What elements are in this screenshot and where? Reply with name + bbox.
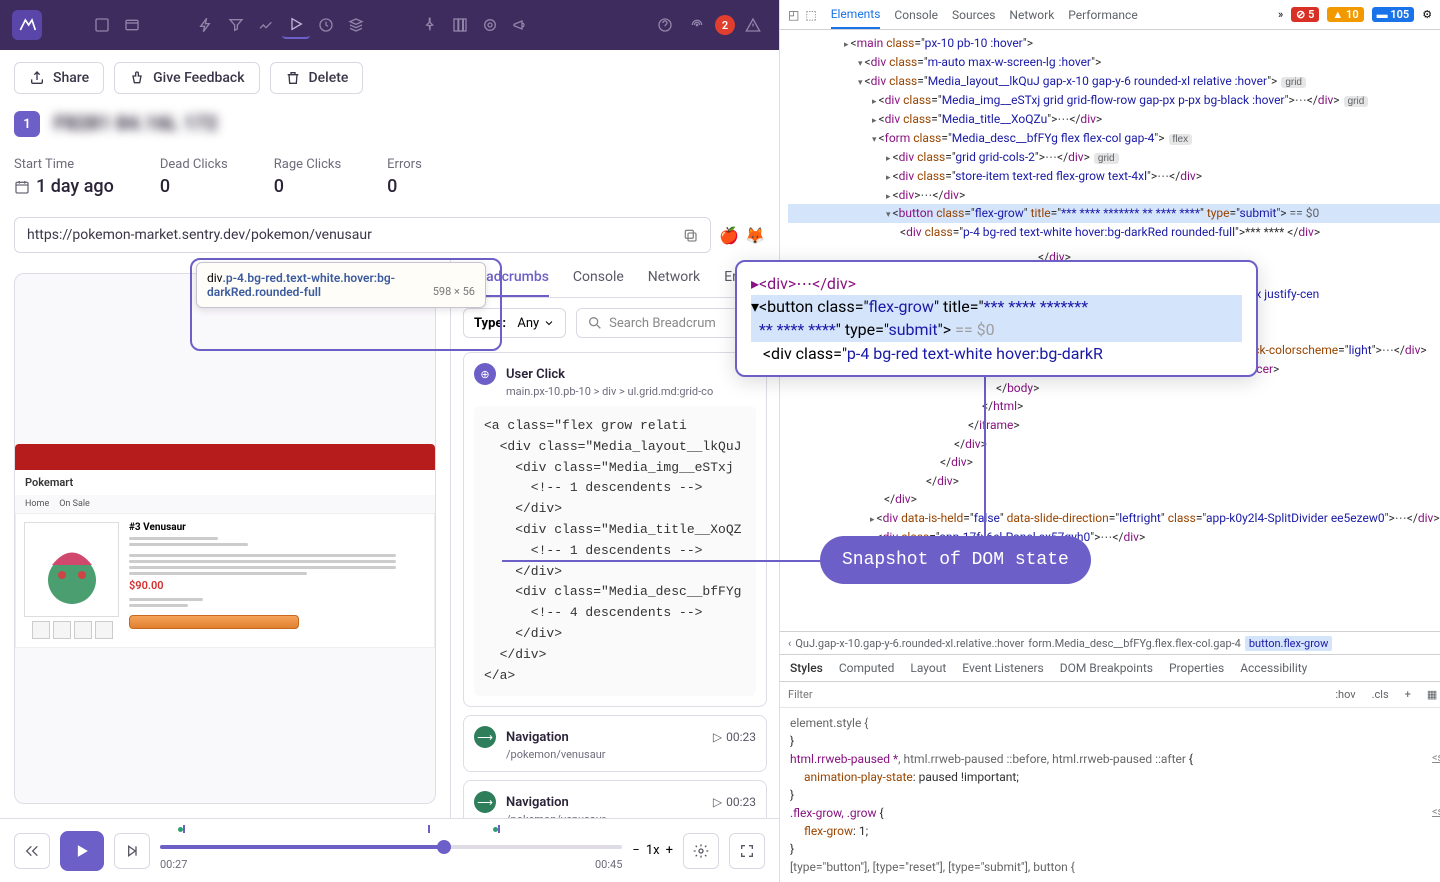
styles-tab-styles[interactable]: Styles xyxy=(790,661,823,675)
devtools-tab-console[interactable]: Console xyxy=(894,2,938,28)
annotation-callout: Snapshot of DOM state xyxy=(820,536,1091,584)
delete-button[interactable]: Delete xyxy=(270,62,364,94)
devtools-tab-network[interactable]: Network xyxy=(1009,2,1054,28)
help-icon[interactable] xyxy=(651,11,679,39)
settings-icon[interactable]: ⚙ xyxy=(1422,8,1432,21)
action-toolbar: Share Give Feedback Delete xyxy=(0,50,779,105)
dead-clicks-value: 0 xyxy=(160,176,228,197)
devtools-tab-performance[interactable]: Performance xyxy=(1068,2,1137,28)
apple-icon: 🍎 xyxy=(719,226,739,245)
dom-breadcrumb-path[interactable]: ‹ QuJ.gap-x-10.gap-y-6.rounded-xl.relati… xyxy=(780,631,1440,655)
nav-icon: ⟶ xyxy=(474,791,496,813)
warning-icon[interactable] xyxy=(739,11,767,39)
styles-tab-a11y[interactable]: Accessibility xyxy=(1240,661,1307,675)
element-tooltip: div.p-4.bg-red.text-white.hover:bg-darkR… xyxy=(196,262,486,308)
nav-icon: ⟶ xyxy=(474,726,496,748)
styles-tabs: Styles Computed Layout Event Listeners D… xyxy=(780,655,1440,682)
play-button[interactable] xyxy=(60,831,104,871)
firefox-icon: 🦊 xyxy=(745,226,765,245)
warn-pill[interactable]: ▲ 10 xyxy=(1327,7,1363,22)
devtools-tab-sources[interactable]: Sources xyxy=(952,2,995,28)
replay-preview: Pokemart HomeOn Sale #3 Venusaur xyxy=(14,273,436,804)
page-url[interactable]: https://pokemon-market.sentry.dev/pokemo… xyxy=(14,217,711,253)
cls-button[interactable]: .cls xyxy=(1368,686,1393,703)
rewind-button[interactable] xyxy=(14,833,50,869)
session-avatar: 1 xyxy=(14,111,40,137)
add-to-cart-button[interactable] xyxy=(129,615,299,629)
session-id: F8281 84.16L 172 xyxy=(54,111,218,135)
start-time-value: 1 day ago xyxy=(36,176,114,197)
tab-console[interactable]: Console xyxy=(573,269,624,297)
inspect-icon[interactable]: ◰ xyxy=(788,8,799,22)
settings-button[interactable] xyxy=(683,833,719,869)
session-stats: Start Time1 day ago Dead Clicks0 Rage Cl… xyxy=(0,151,779,211)
nav-icon-1[interactable] xyxy=(88,11,116,39)
styles-rules[interactable]: element.style { } html.rrweb-paused *, h… xyxy=(780,708,1440,882)
megaphone-icon[interactable] xyxy=(506,11,534,39)
product-image xyxy=(24,522,119,617)
app-top-nav: 2 xyxy=(0,0,779,50)
bolt-icon[interactable] xyxy=(192,11,220,39)
styles-tab-layout[interactable]: Layout xyxy=(910,661,946,675)
start-time-label: Start Time xyxy=(14,157,114,172)
chart-icon[interactable] xyxy=(252,11,280,39)
feedback-button[interactable]: Give Feedback xyxy=(114,62,259,94)
dom-zoom-overlay: ▸<div>⋯</div> ▾<button class="flex-grow"… xyxy=(735,260,1258,377)
sentry-logo[interactable] xyxy=(12,10,42,40)
pin-icon[interactable] xyxy=(416,11,444,39)
device-icon[interactable]: ⬚ xyxy=(805,8,816,22)
errors-value: 0 xyxy=(387,176,422,197)
speed-control[interactable]: − 1x + xyxy=(632,843,673,858)
alert-badge[interactable]: 2 xyxy=(715,15,735,35)
clock-icon[interactable] xyxy=(312,11,340,39)
error-pill[interactable]: ⊘ 5 xyxy=(1291,7,1319,22)
product-price: $90.00 xyxy=(129,579,426,592)
share-button[interactable]: Share xyxy=(14,62,104,94)
styles-tab-breakpoints[interactable]: DOM Breakpoints xyxy=(1060,661,1153,675)
columns-icon[interactable] xyxy=(446,11,474,39)
broadcast-icon[interactable] xyxy=(683,11,711,39)
nav-icon-2[interactable] xyxy=(118,11,146,39)
tab-network[interactable]: Network xyxy=(648,269,700,297)
skip-button[interactable] xyxy=(114,833,150,869)
stack-icon[interactable] xyxy=(342,11,370,39)
hov-button[interactable]: :hov xyxy=(1331,686,1359,703)
styles-tab-computed[interactable]: Computed xyxy=(839,661,895,675)
target-icon[interactable] xyxy=(476,11,504,39)
dom-snippet: <a class="flex grow relati <div class="M… xyxy=(474,406,756,696)
player-controls: 00:27 00:45 − 1x + xyxy=(0,818,779,882)
funnel-icon[interactable] xyxy=(222,11,250,39)
breadcrumb-item[interactable]: ⟶Navigation▷ 00:23 /pokemon/venusaur xyxy=(463,780,767,818)
devtools-pane: ◰ ⬚ Elements Console Sources Network Per… xyxy=(780,0,1440,882)
add-rule-button[interactable]: + xyxy=(1401,686,1415,703)
styles-tab-properties[interactable]: Properties xyxy=(1169,661,1224,675)
click-icon: ⊕ xyxy=(474,363,496,385)
breadcrumb-item[interactable]: ⊕ User Click main.px-10.pb-10 > div > ul… xyxy=(463,352,767,707)
breadcrumb-item[interactable]: ⟶Navigation▷ 00:23 /pokemon/venusaur xyxy=(463,715,767,772)
styles-filter[interactable] xyxy=(788,688,1323,701)
timeline[interactable]: 00:27 00:45 xyxy=(160,831,622,871)
play-icon[interactable] xyxy=(282,11,310,39)
fullscreen-button[interactable] xyxy=(729,833,765,869)
devtools-tab-elements[interactable]: Elements xyxy=(831,1,881,29)
info-pill[interactable]: ▬ 105 xyxy=(1372,7,1415,22)
rage-clicks-value: 0 xyxy=(274,176,341,197)
box-model-icon[interactable]: ▦ xyxy=(1423,686,1440,703)
styles-tab-listeners[interactable]: Event Listeners xyxy=(962,661,1043,675)
